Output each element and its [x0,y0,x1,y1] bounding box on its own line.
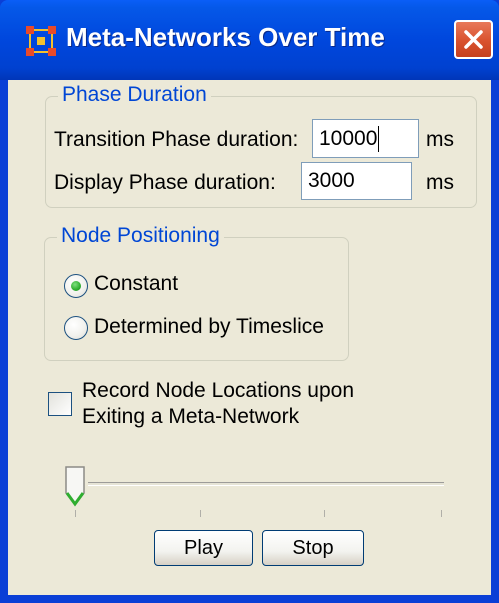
transition-phase-label: Transition Phase duration: [54,128,299,151]
close-icon [464,30,483,49]
node-positioning-title: Node Positioning [57,224,224,248]
slider-track[interactable] [88,482,444,486]
dialog-window: Meta-Networks Over Time Phase Duration T… [0,0,499,603]
radio-timeslice-label[interactable]: Determined by Timeslice [94,315,324,339]
radio-constant[interactable] [64,274,88,298]
display-phase-input[interactable] [301,162,412,200]
slider-tick [324,510,325,517]
record-label-line1[interactable]: Record Node Locations upon [82,379,354,403]
node-positioning-group: Node Positioning [44,224,349,361]
stop-button[interactable]: Stop [262,530,364,566]
display-phase-label: Display Phase duration: [54,171,276,194]
transition-unit-label: ms [426,128,454,151]
slider-tick [200,510,201,517]
record-node-locations-checkbox[interactable] [48,392,72,416]
title-bar[interactable]: Meta-Networks Over Time [0,0,499,80]
window-title: Meta-Networks Over Time [66,22,385,52]
radio-determined-by-timeslice[interactable] [64,316,88,340]
close-button[interactable] [454,20,493,59]
phase-duration-title: Phase Duration [58,83,211,107]
transition-phase-input[interactable] [312,119,419,158]
radio-selected-dot [71,281,81,291]
display-unit-label: ms [426,171,454,194]
text-caret [378,126,379,152]
dialog-content: Phase Duration Transition Phase duration… [8,80,491,595]
meta-network-icon [26,26,56,56]
slider-thumb[interactable] [64,465,86,507]
slider-tick [75,510,76,517]
play-button[interactable]: Play [154,530,253,566]
record-label-line2[interactable]: Exiting a Meta-Network [82,405,299,429]
radio-constant-label[interactable]: Constant [94,272,178,296]
slider-tick [441,510,442,517]
